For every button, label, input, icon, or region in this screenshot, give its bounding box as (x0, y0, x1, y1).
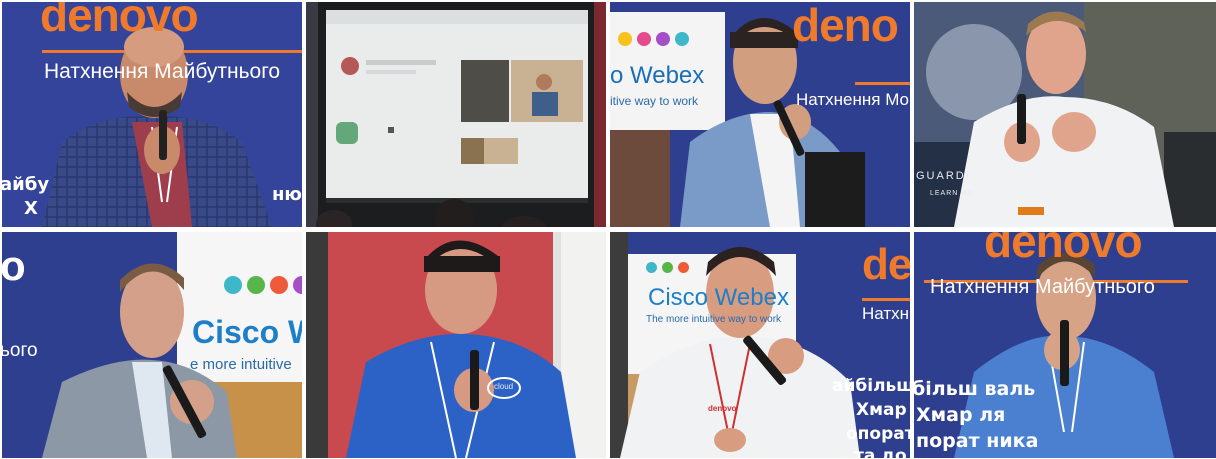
brand-logo-text: denovo (40, 2, 199, 41)
banner-side-text: айбу (2, 174, 50, 195)
banner-side-text: більш валь (914, 378, 1036, 400)
banner-tagline: Натхнення Майбутнього (930, 276, 1155, 298)
banner-side-text: опорат (846, 424, 910, 444)
banner-tagline: Натхн (862, 304, 910, 323)
banner-side-text: Хмар ля (916, 404, 1006, 426)
brand-logo-text: de (862, 240, 910, 289)
photo-speaker-7: denovo Натхнення Майбутнього більш валь … (914, 232, 1216, 458)
photo-speaker-4: o ього Cisco W e more intuitive (2, 232, 302, 458)
banner-side-text: ню (272, 184, 302, 205)
brand-logo-text: denovo (984, 232, 1143, 267)
webex-title: o Webex (610, 62, 705, 89)
webex-dots-icon (646, 262, 689, 273)
cisco-webex-subtitle: e more intuitive (190, 356, 292, 373)
banner-side-text: Х (24, 198, 38, 219)
photo-projection-screen (306, 2, 606, 227)
projection-screen-illustration (306, 2, 606, 227)
webex-dots-icon (224, 276, 302, 294)
photo-collage: denovo Натхнення Майбутнього айбу Х ню d… (0, 0, 1216, 459)
banner-side-text: Хмар (856, 400, 907, 420)
webex-subtitle: itive way to work (610, 94, 699, 108)
cisco-webex-subtitle: The more intuitive way to work (646, 314, 782, 325)
banner-tagline: Натхнення Мо (796, 90, 909, 109)
poster-subtitle: LEARN MO (930, 190, 975, 197)
cisco-webex-title: Cisco Webex (648, 284, 789, 311)
shirt-logo-text: denovo (708, 404, 737, 413)
banner-tagline: ього (2, 340, 38, 361)
brand-logo-text: deno (792, 2, 899, 51)
photo-speaker-5: cloud (306, 232, 606, 458)
photo-speaker-6: Cisco Webex The more intuitive way to wo… (610, 232, 910, 458)
banner-side-text: айбільш (832, 376, 910, 396)
photo-speaker-2: deno o Webex itive way to work Натхнення… (610, 2, 910, 227)
banner-tagline: Натхнення Майбутнього (44, 60, 281, 83)
brand-logo-text: o (2, 242, 26, 289)
speaker-5-illustration (306, 232, 606, 458)
photo-speaker-1: denovo Натхнення Майбутнього айбу Х ню (2, 2, 302, 227)
banner-side-text: та до (854, 446, 907, 458)
tshirt-logo-text: cloud (494, 382, 514, 391)
photo-speaker-3: GUARDI LEARN MO (914, 2, 1216, 227)
poster-title: GUARDI (916, 170, 971, 182)
webex-dots-icon (618, 32, 689, 46)
banner-side-text: порат ника (916, 430, 1039, 452)
cisco-webex-title: Cisco W (192, 314, 302, 350)
